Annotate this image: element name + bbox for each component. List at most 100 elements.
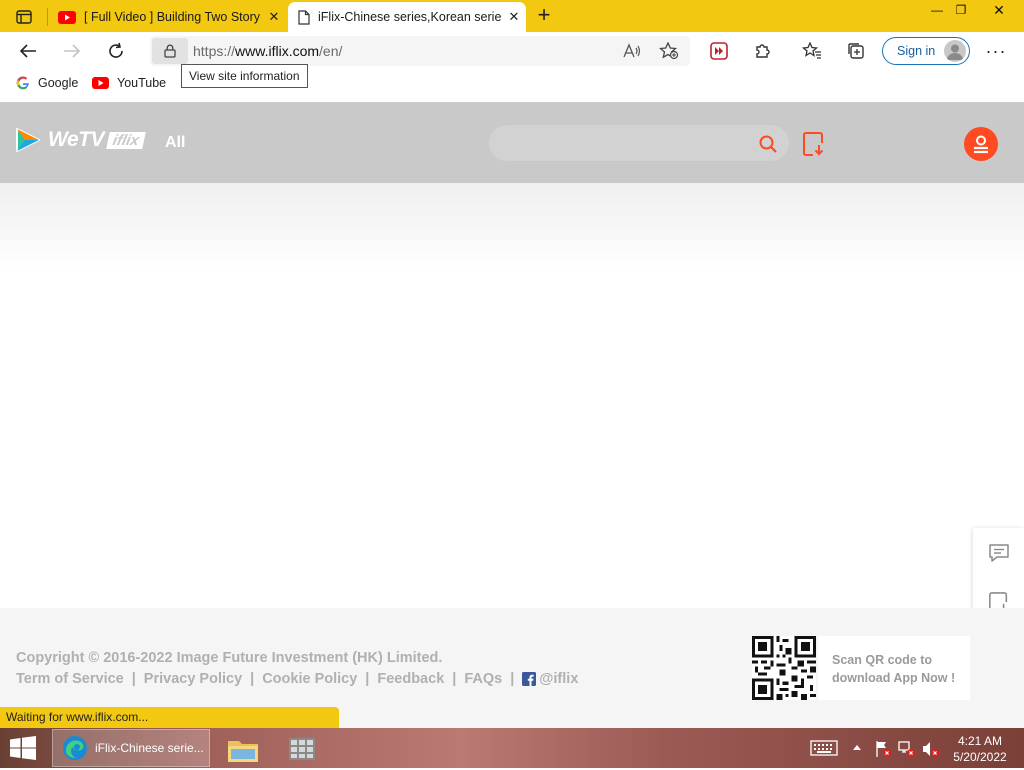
- network-status[interactable]: [898, 740, 916, 763]
- site-info-tooltip: View site information: [181, 64, 308, 88]
- bookmark-label: Google: [38, 76, 79, 90]
- new-tab-button[interactable]: +: [532, 4, 556, 28]
- tab-close-button[interactable]: ✕: [502, 9, 526, 25]
- url-scheme: https://: [193, 43, 236, 59]
- collections-button[interactable]: [841, 36, 871, 66]
- tab-actions-button[interactable]: [10, 6, 38, 28]
- lock-icon: [164, 44, 176, 58]
- refresh-icon: [109, 42, 123, 58]
- youtube-icon: [92, 77, 109, 89]
- footer-links: Term of Service | Privacy Policy | Cooki…: [16, 671, 578, 687]
- media-extension-icon: [710, 42, 728, 60]
- taskbar-app-label: iFlix-Chinese serie...: [95, 741, 204, 755]
- site-search-input[interactable]: [489, 125, 789, 161]
- link-divider: |: [365, 671, 370, 687]
- back-button[interactable]: [13, 36, 43, 66]
- folder-icon: [228, 741, 258, 762]
- tab-title: [ Full Video ] Building Two Story: [84, 10, 261, 24]
- facebook-icon: [522, 672, 537, 686]
- restore-button[interactable]: ❐: [946, 0, 976, 22]
- search-icon[interactable]: [758, 134, 778, 159]
- site-info-button[interactable]: [152, 38, 188, 64]
- tab-iflix[interactable]: iFlix-Chinese series,Korean series ✕: [288, 2, 526, 32]
- start-button[interactable]: [10, 736, 36, 765]
- bookmark-youtube[interactable]: YouTube: [92, 76, 166, 90]
- user-account-icon[interactable]: [964, 127, 998, 161]
- page-icon: [298, 9, 310, 25]
- bookmark-google[interactable]: Google: [16, 76, 78, 90]
- bookmark-label: YouTube: [117, 76, 167, 90]
- tab-youtube-video[interactable]: [ Full Video ] Building Two Story ✕: [48, 2, 286, 32]
- google-icon: [16, 76, 29, 90]
- nav-all-link[interactable]: All: [165, 134, 185, 152]
- star-add-icon: [659, 42, 679, 60]
- tab-close-button[interactable]: ✕: [262, 9, 286, 25]
- favorites-icon: [802, 42, 821, 59]
- bookmarks-bar: Google YouTube: [0, 70, 1024, 102]
- settings-more-button[interactable]: ···: [981, 36, 1011, 66]
- forward-button[interactable]: [57, 36, 87, 66]
- network-alert-icon: [898, 741, 915, 757]
- app-grid-icon: [289, 738, 315, 760]
- browser-status-bar: Waiting for www.iflix.com...: [0, 707, 339, 728]
- loading-placeholder: [0, 183, 1024, 273]
- add-favorite-button[interactable]: [654, 36, 684, 66]
- puzzle-icon: [756, 44, 770, 58]
- link-divider: |: [250, 671, 255, 687]
- taskbar-file-explorer[interactable]: [226, 733, 260, 770]
- chat-bubble-icon: [988, 544, 1009, 562]
- collections-icon: [848, 43, 864, 59]
- read-aloud-button[interactable]: [617, 36, 647, 66]
- sign-in-label: Sign in: [897, 44, 936, 58]
- qr-text-line-2: download App Now !: [832, 671, 956, 685]
- feedback-button[interactable]: [973, 528, 1024, 578]
- tab-title: iFlix-Chinese series,Korean series: [318, 10, 502, 24]
- taskbar-app-grid[interactable]: [286, 733, 318, 770]
- wetv-play-logo-icon: [16, 128, 40, 152]
- taskbar-edge-app[interactable]: iFlix-Chinese serie...: [52, 729, 210, 767]
- clock-time: 4:21 AM: [957, 734, 1003, 748]
- browser-title-bar: [ Full Video ] Building Two Story ✕ iFli…: [0, 0, 1024, 32]
- url-text[interactable]: https://www.iflix.com/en/: [193, 43, 342, 59]
- youtube-icon: [58, 10, 76, 24]
- link-divider: |: [131, 671, 136, 687]
- arrow-right-icon: [64, 44, 81, 58]
- clock-date: 5/20/2022: [953, 750, 1007, 764]
- extension-button[interactable]: [704, 36, 734, 66]
- footer-link-privacy[interactable]: Privacy Policy: [144, 671, 242, 687]
- show-hidden-icons-button[interactable]: [852, 740, 862, 761]
- qr-code: [752, 636, 816, 700]
- qr-download-text: Scan QR code to download App Now !: [818, 636, 970, 700]
- footer-link-facebook[interactable]: @iflix: [522, 671, 578, 687]
- logo-wetv-text: WeTV: [48, 128, 104, 151]
- flag-alert-icon: [876, 741, 891, 757]
- speaker-muted-icon: [923, 742, 939, 757]
- footer-link-cookie[interactable]: Cookie Policy: [262, 671, 357, 687]
- url-host: www.iflix.com: [235, 43, 320, 59]
- footer-link-feedback[interactable]: Feedback: [377, 671, 444, 687]
- more-dots-icon: ···: [985, 41, 1007, 61]
- download-app-icon[interactable]: [802, 131, 826, 162]
- volume-muted[interactable]: [922, 740, 940, 763]
- edge-browser-icon: [63, 736, 87, 760]
- footer-link-faqs[interactable]: FAQs: [464, 671, 502, 687]
- favorites-button[interactable]: [797, 36, 827, 66]
- read-aloud-icon: [623, 43, 641, 58]
- action-center-flag[interactable]: [874, 740, 892, 763]
- logo-iflix-text: iflix: [106, 131, 146, 149]
- window-close-button[interactable]: ✕: [984, 0, 1014, 22]
- link-divider: |: [510, 671, 515, 687]
- footer-link-terms[interactable]: Term of Service: [16, 671, 124, 687]
- touch-keyboard-button[interactable]: [810, 740, 838, 761]
- copyright-text: Copyright © 2016-2022 Image Future Inves…: [16, 650, 443, 666]
- tab-actions-icon: [16, 10, 32, 24]
- sign-in-button[interactable]: Sign in: [882, 37, 970, 65]
- qr-text-line-1: Scan QR code to: [832, 653, 933, 667]
- wetv-iflix-logo[interactable]: WeTV iflix: [14, 127, 146, 153]
- taskbar-clock[interactable]: 4:21 AM 5/20/2022: [948, 733, 1012, 765]
- windows-logo-icon: [10, 736, 36, 760]
- refresh-button[interactable]: [101, 36, 131, 66]
- chevron-up-icon: [853, 745, 861, 750]
- keyboard-icon: [810, 740, 838, 756]
- extensions-button[interactable]: [748, 36, 778, 66]
